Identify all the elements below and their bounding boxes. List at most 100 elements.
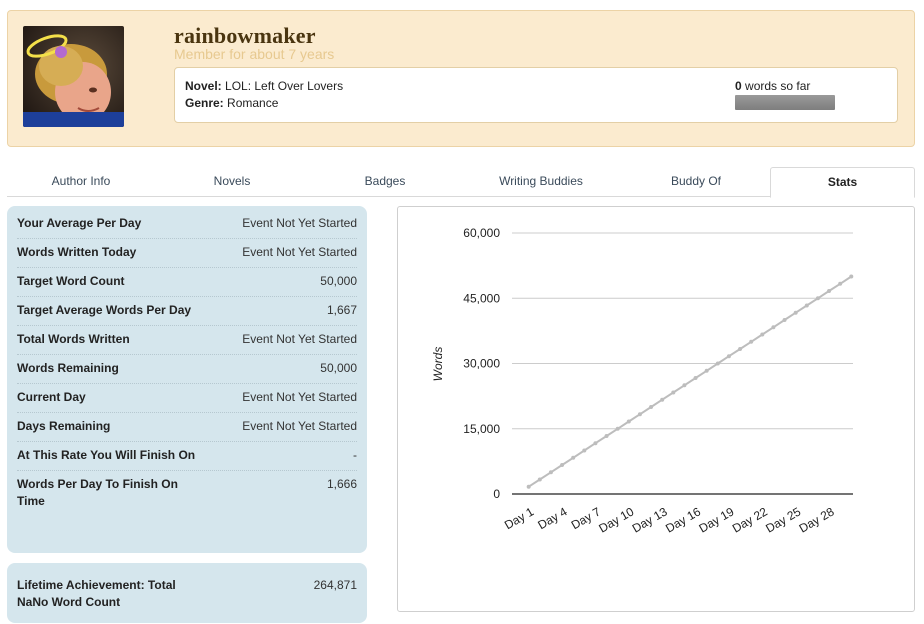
lifetime-label: Lifetime Achievement: Total NaNo Word Co… bbox=[17, 578, 176, 609]
data-point[interactable] bbox=[693, 375, 698, 380]
x-tick-label: Day 4 bbox=[535, 504, 569, 532]
data-point[interactable] bbox=[738, 347, 743, 352]
stat-label: Total Words Written bbox=[17, 332, 130, 346]
tab-writing-buddies[interactable]: Writing Buddies bbox=[461, 167, 621, 197]
stat-label: Words Remaining bbox=[17, 361, 119, 375]
y-tick-label: 45,000 bbox=[463, 291, 500, 305]
word-progress-bar bbox=[735, 95, 835, 110]
tab-badges[interactable]: Badges bbox=[309, 167, 461, 197]
x-tick-label: Day 16 bbox=[663, 504, 703, 535]
data-point[interactable] bbox=[560, 462, 565, 467]
y-tick-label: 15,000 bbox=[463, 422, 500, 436]
tab-stats[interactable]: Stats bbox=[770, 167, 915, 198]
data-point[interactable] bbox=[582, 448, 587, 453]
stat-label: Days Remaining bbox=[17, 419, 111, 433]
genre-line: Genre: Romance bbox=[185, 96, 278, 110]
stat-row: Words Per Day To Finish On Time 1,666 bbox=[17, 471, 357, 516]
novel-line: Novel: LOL: Left Over Lovers bbox=[185, 79, 343, 93]
data-point[interactable] bbox=[548, 470, 553, 475]
lifetime-row: Lifetime Achievement: Total NaNo Word Co… bbox=[17, 572, 357, 617]
profile-header: rainbowmaker Member for about 7 years No… bbox=[7, 10, 915, 147]
data-point[interactable] bbox=[593, 441, 598, 446]
stat-row: Words Remaining 50,000 bbox=[17, 355, 357, 384]
tab-buddy-of[interactable]: Buddy Of bbox=[621, 167, 771, 197]
tab-novels[interactable]: Novels bbox=[155, 167, 309, 197]
data-point[interactable] bbox=[771, 325, 776, 330]
avatar-image bbox=[23, 26, 124, 127]
data-point[interactable] bbox=[793, 310, 798, 315]
data-point[interactable] bbox=[849, 274, 854, 279]
word-count-suffix: words so far bbox=[745, 79, 811, 93]
stat-value: 50,000 bbox=[320, 274, 357, 288]
stat-row: Days Remaining Event Not Yet Started bbox=[17, 413, 357, 442]
x-tick-label: Day 19 bbox=[696, 504, 736, 535]
word-count-chart: 0 15,000 30,000 45,000 60,000 Day 1 Day 4 Day … bbox=[397, 206, 915, 612]
data-point[interactable] bbox=[804, 303, 809, 308]
data-point[interactable] bbox=[704, 368, 709, 373]
genre-value: Romance bbox=[227, 96, 279, 110]
series-line bbox=[528, 275, 852, 488]
data-point[interactable] bbox=[682, 383, 687, 388]
stat-label: Words Per Day To Finish On Time bbox=[17, 477, 178, 508]
x-tick-label: Day 1 bbox=[502, 504, 536, 532]
novel-label: Novel: bbox=[185, 79, 222, 93]
stat-row: At This Rate You Will Finish On - bbox=[17, 442, 357, 471]
stats-panel: Your Average Per Day Event Not Yet Starte… bbox=[7, 206, 367, 553]
data-point[interactable] bbox=[782, 318, 787, 322]
stat-value: Event Not Yet Started bbox=[242, 390, 357, 404]
stat-value: 50,000 bbox=[320, 361, 357, 375]
data-point[interactable] bbox=[815, 296, 820, 301]
data-point[interactable] bbox=[526, 484, 531, 489]
stat-label: Current Day bbox=[17, 390, 86, 404]
stat-value: - bbox=[353, 448, 357, 462]
data-point[interactable] bbox=[671, 390, 676, 395]
data-point[interactable] bbox=[637, 412, 642, 417]
genre-label: Genre: bbox=[185, 96, 224, 110]
stat-label: Your Average Per Day bbox=[17, 216, 142, 230]
data-point[interactable] bbox=[571, 455, 576, 460]
lifetime-panel: Lifetime Achievement: Total NaNo Word Co… bbox=[7, 563, 367, 623]
y-tick-label: 60,000 bbox=[463, 226, 500, 240]
data-point[interactable] bbox=[660, 397, 665, 402]
data-point[interactable] bbox=[626, 419, 631, 424]
y-tick-label: 30,000 bbox=[463, 357, 500, 371]
data-point[interactable] bbox=[649, 405, 654, 409]
data-point[interactable] bbox=[749, 339, 754, 344]
avatar[interactable] bbox=[23, 26, 124, 127]
word-count-summary: 0 words so far bbox=[735, 79, 810, 93]
chart-svg: 0 15,000 30,000 45,000 60,000 Day 1 Day 4 Day … bbox=[431, 226, 854, 536]
data-point[interactable] bbox=[615, 426, 620, 431]
tab-author-info[interactable]: Author Info bbox=[7, 167, 155, 197]
stat-value: Event Not Yet Started bbox=[242, 332, 357, 346]
stat-row: Words Written Today Event Not Yet Started bbox=[17, 239, 357, 268]
y-tick-label: 0 bbox=[493, 487, 500, 501]
stat-row: Target Word Count 50,000 bbox=[17, 268, 357, 297]
data-point[interactable] bbox=[838, 281, 843, 286]
novel-title[interactable]: LOL: Left Over Lovers bbox=[225, 79, 343, 93]
data-point[interactable] bbox=[760, 332, 765, 337]
stat-value: Event Not Yet Started bbox=[242, 216, 357, 230]
stat-row: Total Words Written Event Not Yet Started bbox=[17, 326, 357, 355]
x-tick-label: Day 25 bbox=[763, 504, 803, 535]
x-tick-label: Day 28 bbox=[797, 504, 837, 535]
stat-row: Your Average Per Day Event Not Yet Starte… bbox=[17, 210, 357, 239]
stat-value: 1,666 bbox=[326, 477, 357, 491]
x-tick-label: Day 10 bbox=[596, 504, 636, 535]
stat-label: Words Written Today bbox=[17, 245, 137, 259]
data-point[interactable] bbox=[604, 434, 609, 439]
data-point[interactable] bbox=[537, 477, 542, 482]
data-point[interactable] bbox=[827, 288, 832, 293]
x-tick-label: Day 13 bbox=[630, 504, 670, 535]
stat-label: At This Rate You Will Finish On bbox=[17, 448, 196, 462]
stat-value: Event Not Yet Started bbox=[242, 245, 357, 259]
member-duration: Member for about 7 years bbox=[174, 46, 335, 62]
stat-value: Event Not Yet Started bbox=[242, 419, 357, 433]
profile-tabs: Author Info Novels Badges Writing Buddie… bbox=[7, 167, 915, 198]
word-count: 0 bbox=[735, 79, 742, 93]
stat-row: Target Average Words Per Day 1,667 bbox=[17, 297, 357, 326]
x-tick-label: Day 22 bbox=[730, 504, 770, 535]
data-point[interactable] bbox=[726, 354, 731, 359]
data-point[interactable] bbox=[715, 361, 720, 366]
lifetime-value: 264,871 bbox=[313, 578, 357, 592]
stat-value: 1,667 bbox=[326, 303, 357, 317]
